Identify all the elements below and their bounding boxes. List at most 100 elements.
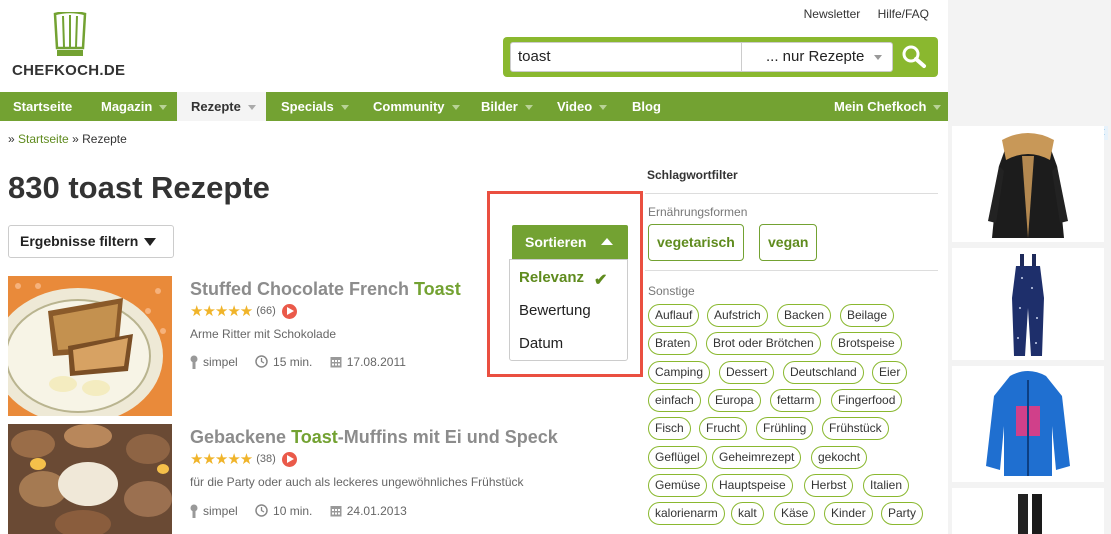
tag-chip[interactable]: Brotspeise [831,332,902,355]
tag-chip[interactable]: Eier [872,361,908,384]
tag-chip[interactable]: Frucht [699,417,748,440]
chevron-down-icon [524,105,533,111]
breadcrumb: » Startseite » Rezepte [8,132,127,146]
chef-hat-icon [53,12,87,56]
tag-chip[interactable]: gekocht [811,446,868,469]
tag-chip[interactable]: Europa [708,389,761,412]
tag-chip[interactable]: fettarm [770,389,822,412]
tag-chip[interactable]: Italien [863,474,910,497]
recipe-date: 17.08.2011 [346,354,406,369]
chevron-down-icon [247,105,256,111]
nav-bilder[interactable]: Bilder [481,92,533,121]
ad-image [986,371,1070,476]
breadcrumb-home-link[interactable]: Startseite [18,132,69,146]
tag-chip[interactable]: Dessert [719,361,775,384]
ad-product-jacket[interactable] [952,366,1104,482]
tag-chip[interactable]: Brot oder Brötchen [706,332,821,355]
tag-chip[interactable]: Geflügel [648,446,707,469]
nav-blog[interactable]: Blog [632,92,661,121]
calendar-icon [330,356,342,368]
recipe-thumbnail[interactable] [8,276,172,416]
help-faq-link[interactable]: Hilfe/FAQ [878,7,929,21]
tag-chip[interactable]: Camping [648,361,711,384]
tag-vegetarisch[interactable]: vegetarisch [648,224,744,261]
filter-results-button[interactable]: Ergebnisse filtern [8,225,174,258]
breadcrumb-separator: » [8,132,15,146]
video-play-icon[interactable] [281,451,297,467]
recipe-rating: ★★★★★ (38) [190,450,297,468]
search-scope-label: ... nur Rezepte [766,48,865,65]
star-rating-icon: ★★★★★ [190,303,253,320]
chef-hat-small-icon [190,355,198,369]
ad-image [1012,254,1044,356]
rating-count: (38) [256,453,276,465]
tag-chip[interactable]: Braten [648,332,698,355]
top-links: Newsletter Hilfe/FAQ [790,7,929,21]
other-section-label: Sonstige [648,284,695,298]
chevron-down-icon [599,105,608,111]
tag-chip[interactable]: Kinder [824,502,873,525]
breadcrumb-current: Rezepte [82,132,127,146]
tag-chip[interactable]: Käse [774,502,816,525]
annotation-highlight-box [487,191,643,377]
recipe-difficulty: simpel [203,503,238,518]
tag-chip[interactable]: Gemüse [648,474,708,497]
nav-video[interactable]: Video [557,92,608,121]
divider [645,193,938,194]
newsletter-link[interactable]: Newsletter [804,7,861,21]
clock-icon [255,355,268,369]
clock-icon [255,504,268,518]
star-rating-icon: ★★★★★ [190,451,253,468]
search-input[interactable]: toast [510,42,744,72]
ad-image [988,133,1068,238]
recipe-subtitle: für die Party oder auch als leckeres ung… [190,475,524,489]
recipe-title-link[interactable]: Gebackene Toast-Muffins mit Ei und Speck [190,427,558,448]
chevron-down-icon [874,55,882,60]
search-button[interactable] [897,41,933,73]
nav-startseite[interactable]: Startseite [13,92,72,121]
breadcrumb-separator: » [72,132,79,146]
tag-chip[interactable]: Deutschland [783,361,864,384]
tag-chip[interactable]: Fisch [648,417,691,440]
chefkoch-logo[interactable]: CHEFKOCH.DE [12,12,132,82]
page-title: 830 toast Rezepte [8,170,270,205]
tag-chip[interactable]: Fingerfood [831,389,903,412]
recipe-thumbnail[interactable] [8,424,172,534]
tag-chip[interactable]: Frühstück [822,417,889,440]
recipe-photo [8,424,172,534]
nav-rezepte[interactable]: Rezepte [177,92,266,121]
search-bar: toast ... nur Rezepte [503,37,938,77]
tag-chip[interactable]: Hauptspeise [712,474,793,497]
diet-section-label: Ernährungsformen [648,205,748,219]
tag-chip[interactable]: kalorienarm [648,502,725,525]
tag-chip[interactable]: einfach [648,389,701,412]
nav-mein-chefkoch[interactable]: Mein Chefkoch [834,92,942,121]
keyword-filter-title: Schlagwortfilter [647,168,738,182]
ad-product-jumpsuit[interactable] [952,248,1104,360]
tag-chip[interactable]: kalt [731,502,764,525]
tag-chip[interactable]: Frühling [756,417,814,440]
recipe-title-link[interactable]: Stuffed Chocolate French Toast [190,279,461,300]
tag-chip[interactable]: Backen [777,304,832,327]
nav-specials[interactable]: Specials [281,92,349,121]
caret-down-icon [144,238,157,247]
tag-chip[interactable]: Party [881,502,924,525]
recipe-subtitle: Arme Ritter mit Schokolade [190,327,337,341]
tag-chip[interactable]: Herbst [804,474,854,497]
chevron-down-icon [451,105,460,111]
nav-magazin[interactable]: Magazin [101,92,168,121]
tag-vegan[interactable]: vegan [759,224,818,261]
recipe-photo [8,276,172,416]
nav-community[interactable]: Community [373,92,460,121]
tag-chip[interactable]: Beilage [840,304,895,327]
brand-name: CHEFKOCH.DE [12,62,126,79]
main-nav: Startseite Magazin Rezepte Specials Comm… [0,92,948,121]
ad-product-coat[interactable] [952,126,1104,242]
tag-chip[interactable]: Auflauf [648,304,700,327]
search-scope-select[interactable]: ... nur Rezepte [741,42,893,72]
tag-chip[interactable]: Geheimrezept [712,446,802,469]
tag-chip[interactable]: Aufstrich [707,304,768,327]
ad-product-boots[interactable] [952,488,1104,534]
video-play-icon[interactable] [281,303,297,319]
chef-hat-small-icon [190,504,198,518]
